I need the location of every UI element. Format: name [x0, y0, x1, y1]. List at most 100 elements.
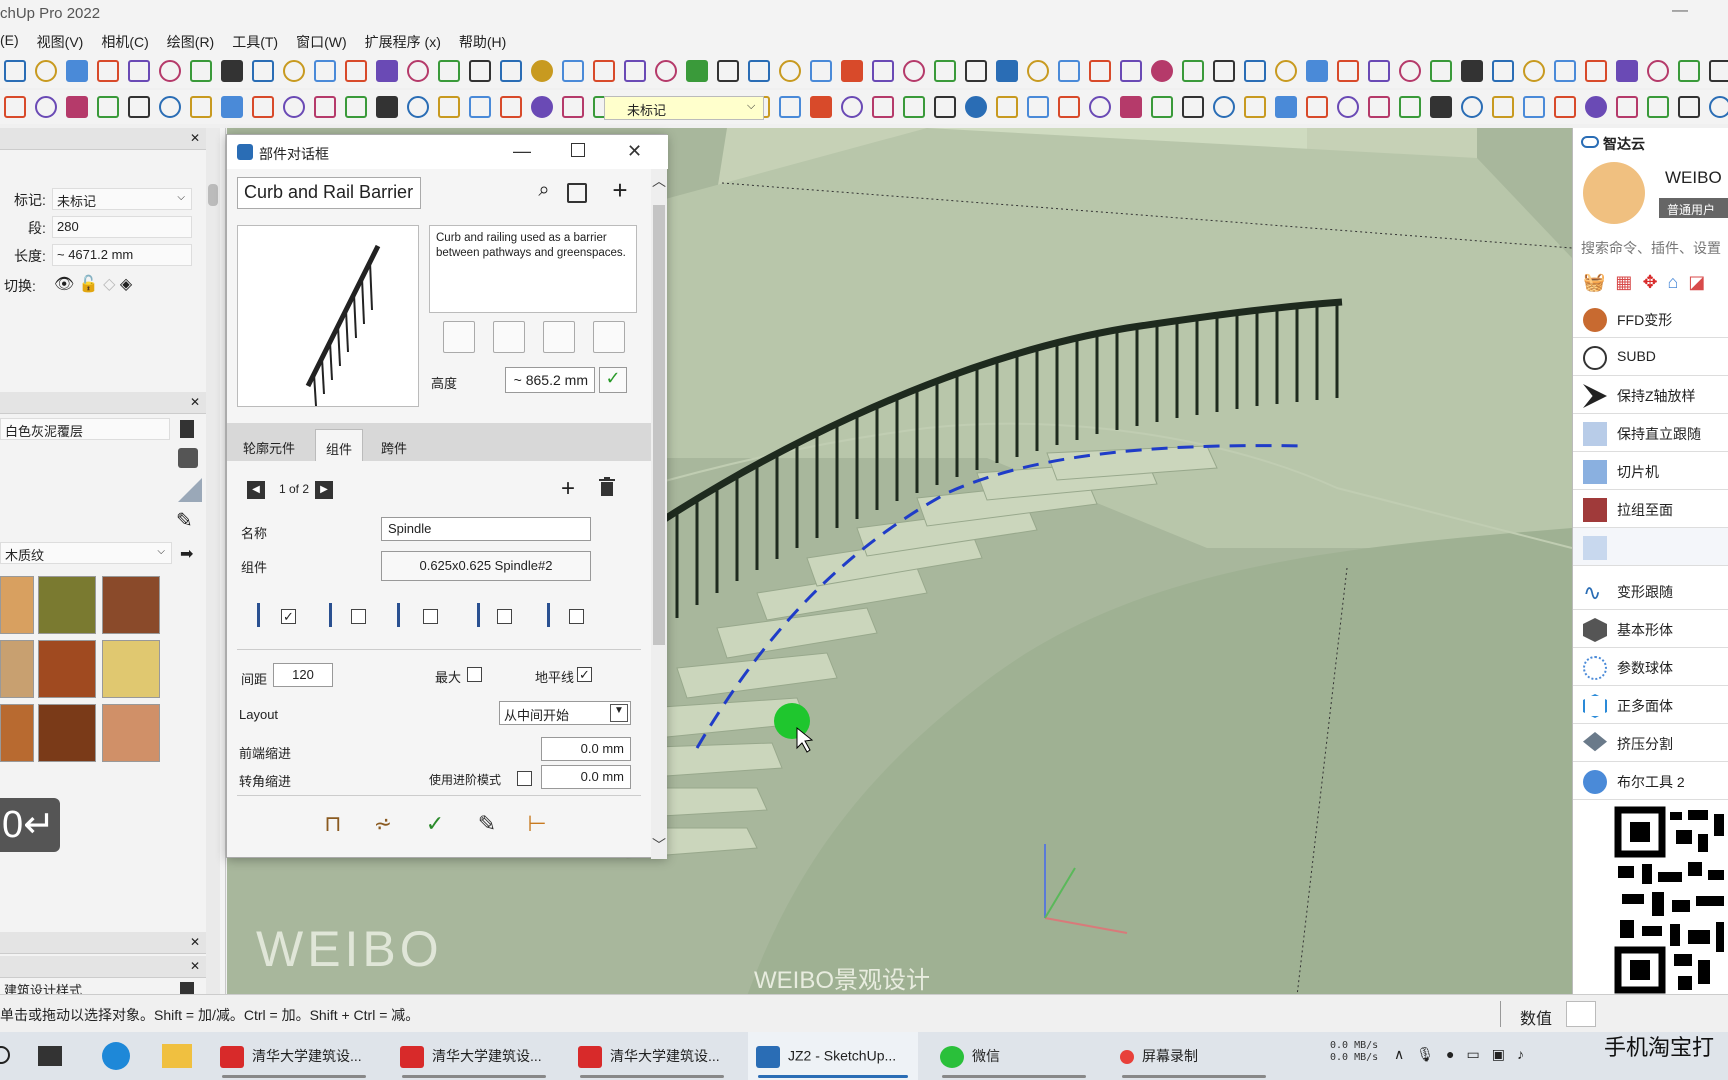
toolbar-tool-icon[interactable] — [221, 60, 243, 82]
toolbar-tool-icon[interactable] — [562, 96, 584, 118]
toolbar-tool-icon[interactable] — [1027, 60, 1049, 82]
move-icon[interactable]: ✥ — [1642, 272, 1667, 292]
toolbar-tool-icon[interactable] — [1182, 60, 1204, 82]
menu-draw[interactable]: 绘图(R) — [167, 28, 232, 54]
toolbar-tool-icon[interactable] — [841, 60, 863, 82]
plugin-item-basic-shapes[interactable]: 基本形体 — [1573, 610, 1728, 648]
material-swatch[interactable] — [0, 576, 34, 634]
toolbar-tool-icon[interactable] — [1461, 96, 1483, 118]
tab-profile-elements[interactable]: 轮廓元件 — [233, 429, 305, 461]
toolbar-tool-icon[interactable] — [35, 60, 57, 82]
chevron-up-icon[interactable]: ∧ — [1394, 1046, 1416, 1062]
avatar[interactable] — [1583, 162, 1645, 224]
toolbar-tool-icon[interactable] — [1554, 96, 1576, 118]
toolbar-tool-icon[interactable] — [903, 60, 925, 82]
receive-shadow-icon[interactable]: ◇ — [103, 276, 115, 293]
dialog-scroll-thumb[interactable] — [653, 205, 665, 645]
material-swatch[interactable] — [102, 640, 160, 698]
toolbar-tool-icon[interactable] — [1027, 96, 1049, 118]
toolbar-tool-icon[interactable] — [872, 96, 894, 118]
toolbar-tool-icon[interactable] — [1275, 60, 1297, 82]
toolbar-tool-icon[interactable] — [1647, 60, 1669, 82]
toolbar-tool-icon[interactable] — [1275, 96, 1297, 118]
toolbar-tool-icon[interactable] — [1306, 96, 1328, 118]
toolbar-tool-icon[interactable] — [1337, 96, 1359, 118]
details-arrow-icon[interactable]: ➡ — [180, 544, 193, 564]
component-search-input[interactable]: Curb and Rail Barrier — [237, 177, 421, 209]
menu-tools[interactable]: 工具(T) — [232, 28, 296, 54]
taskbar-item-pdf-2[interactable]: 清华大学建筑设... — [392, 1032, 556, 1080]
toolbar-tool-icon[interactable] — [97, 96, 119, 118]
step-mode-checkbox[interactable] — [517, 771, 532, 786]
toolbar-tool-icon[interactable] — [1399, 60, 1421, 82]
toolbar-tool-icon[interactable] — [469, 60, 491, 82]
toolbar-tool-icon[interactable] — [903, 96, 925, 118]
plugin-item-empty[interactable] — [1573, 528, 1728, 566]
toolbar-tool-icon[interactable] — [965, 60, 987, 82]
toolbar-tool-icon[interactable] — [1120, 60, 1142, 82]
toolbar-tool-icon[interactable] — [1523, 60, 1545, 82]
taskbar-item-pdf-1[interactable]: 清华大学建筑设... — [212, 1032, 376, 1080]
toolbar-tool-icon[interactable] — [1244, 96, 1266, 118]
home-icon[interactable]: ⌂ — [1668, 272, 1689, 292]
visibility-eye-icon[interactable]: 👁 — [54, 276, 74, 293]
toolbar-tool-icon[interactable] — [1616, 96, 1638, 118]
basket-icon[interactable]: 🧺 — [1583, 272, 1615, 292]
toolbar-tool-icon[interactable] — [810, 60, 832, 82]
trash-icon[interactable] — [599, 477, 615, 497]
close-icon[interactable]: ✕ — [190, 131, 200, 145]
toolbar-tool-icon[interactable] — [1554, 60, 1576, 82]
toolbar-tool-icon[interactable] — [190, 60, 212, 82]
toolbar-tool-icon[interactable] — [1244, 60, 1266, 82]
search-icon[interactable]: ⌕ — [531, 179, 557, 205]
toolbar-tool-icon[interactable] — [1337, 60, 1359, 82]
network-icon[interactable]: ▣ — [1492, 1046, 1517, 1062]
left-panel-scroll-thumb[interactable] — [208, 184, 218, 206]
toolbar-tool-icon[interactable] — [1120, 96, 1142, 118]
length-field[interactable]: ~ 4671.2 mm — [52, 244, 192, 266]
toolbar-tool-icon[interactable] — [1709, 96, 1728, 118]
toolbar-tool-icon[interactable] — [717, 60, 739, 82]
menu-camera[interactable]: 相机(C) — [101, 28, 166, 54]
toolbar-tool-icon[interactable] — [1058, 96, 1080, 118]
dialog-title-bar[interactable]: 部件对话框 — ✕ — [227, 135, 668, 169]
toolbar-tool-icon[interactable] — [1709, 60, 1728, 82]
height-input[interactable]: ~ 865.2 mm — [505, 367, 595, 393]
toolbar-tool-icon[interactable] — [221, 96, 243, 118]
plugin-item-subd[interactable]: SUBD — [1573, 338, 1728, 376]
toolbar-tool-icon[interactable] — [1399, 96, 1421, 118]
toolbar-tool-icon[interactable] — [1492, 60, 1514, 82]
pager-prev-button[interactable]: ◀ — [247, 481, 265, 499]
toolbar-tool-icon[interactable] — [934, 96, 956, 118]
toolbar-tool-icon[interactable] — [4, 96, 26, 118]
material-swatch[interactable] — [102, 576, 160, 634]
post-bottom-checkbox[interactable] — [351, 609, 366, 624]
toolbar-tool-icon[interactable] — [841, 96, 863, 118]
material-swatch[interactable] — [0, 640, 34, 698]
toolbar-tool-icon[interactable] — [562, 60, 584, 82]
toolbar-tool-icon[interactable] — [159, 96, 181, 118]
taskbar-item-wechat[interactable]: 微信 — [932, 1032, 1096, 1080]
menu-window[interactable]: 窗口(W) — [296, 28, 365, 54]
plugin-search-input[interactable]: 搜索命令、插件、设置 — [1581, 238, 1721, 258]
toolbar-tool-icon[interactable] — [438, 60, 460, 82]
microphone-icon[interactable]: 🎙 — [1416, 1046, 1446, 1062]
toolbar-tool-icon[interactable] — [1089, 96, 1111, 118]
taskbar-item-pdf-3[interactable]: 清华大学建筑设... — [570, 1032, 734, 1080]
horizon-checkbox[interactable]: ✓ — [577, 667, 592, 682]
toolbar-tool-icon[interactable] — [655, 60, 677, 82]
create-material-icon[interactable] — [180, 420, 194, 438]
toolbar-tool-icon[interactable] — [159, 60, 181, 82]
file-explorer-icon[interactable] — [162, 1044, 192, 1068]
toolbar-tool-icon[interactable] — [1089, 60, 1111, 82]
toolbar-tool-icon[interactable] — [376, 60, 398, 82]
toolbar-tool-icon[interactable] — [438, 96, 460, 118]
eyedropper-icon[interactable]: ✎ — [471, 811, 503, 843]
corner-inset-input[interactable]: 0.0 mm — [541, 765, 631, 789]
front-inset-input[interactable]: 0.0 mm — [541, 737, 631, 761]
toolbar-tool-icon[interactable] — [872, 60, 894, 82]
tab-components[interactable]: 组件 — [315, 429, 364, 461]
toolbar-tool-icon[interactable] — [500, 60, 522, 82]
preset-center-icon[interactable] — [493, 321, 525, 353]
toolbar-tool-icon[interactable] — [283, 96, 305, 118]
